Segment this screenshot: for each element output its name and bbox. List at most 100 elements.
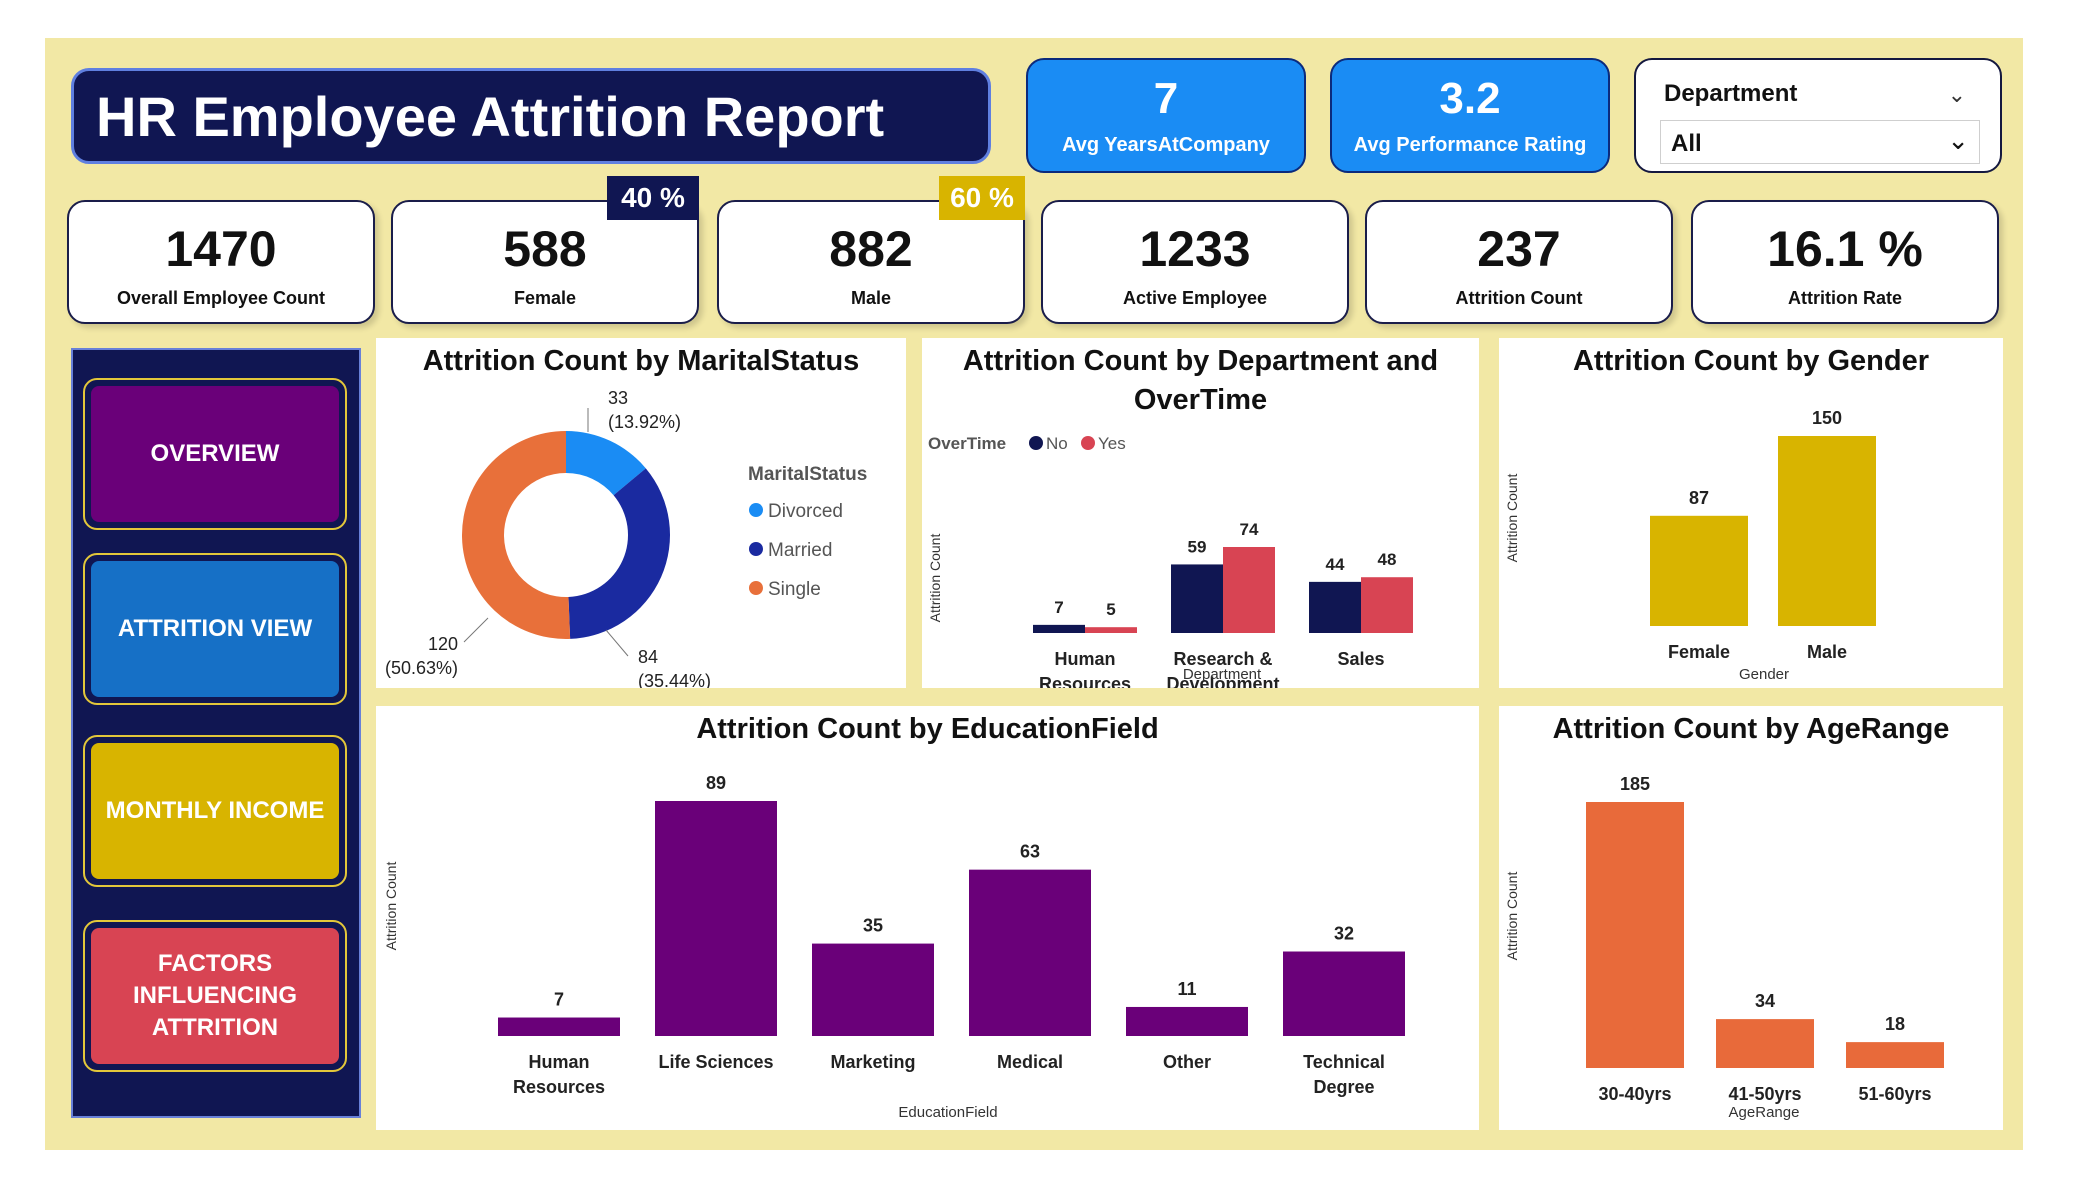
y-axis-label: Attrition Count (1504, 474, 1520, 563)
card-value: 882 (829, 221, 913, 277)
card-active-employee: 1233 Active Employee (1041, 200, 1349, 324)
card-label: Male (850, 288, 892, 308)
card-label: Female (513, 288, 577, 308)
bar (1085, 627, 1137, 633)
bar (498, 1017, 620, 1036)
data-label: 63 (1020, 842, 1040, 862)
bar (1716, 1019, 1814, 1068)
department-dropdown[interactable]: All ⌄ (1660, 120, 1980, 164)
data-label: 120 (428, 634, 458, 654)
x-tick-label: Marketing (830, 1052, 915, 1072)
data-label: 34 (1755, 991, 1775, 1011)
data-label: 59 (1188, 537, 1207, 556)
report-title: HR Employee Attrition Report (71, 68, 991, 164)
x-tick-label: Male (1807, 642, 1847, 662)
bar (1846, 1042, 1944, 1068)
legend-marker (749, 542, 763, 556)
bar (1126, 1006, 1248, 1036)
chevron-down-icon[interactable]: ⌄ (1948, 82, 1966, 108)
card-label: Attrition Count (1455, 288, 1583, 308)
bar (655, 801, 777, 1036)
chevron-down-icon[interactable]: ⌄ (1947, 125, 1969, 156)
data-label: 7 (554, 990, 564, 1010)
data-percent-label: (50.63%) (385, 658, 458, 678)
gender-bar-chart: 87 Female 150 Male Gender Attrition Count (1504, 408, 1876, 683)
data-label: 48 (1378, 550, 1397, 569)
x-axis-label: Gender (1739, 666, 1789, 683)
x-tick-label: Human (1054, 649, 1115, 669)
kpi-value: 7 (1153, 74, 1179, 123)
dashboard-canvas: HR Employee Attrition Report 7 Avg Years… (45, 38, 2023, 1150)
data-label: 35 (863, 916, 883, 936)
x-axis-label: AgeRange (1729, 1104, 1800, 1121)
x-tick-label: 30-40yrs (1598, 1084, 1671, 1104)
x-tick-label: 51-60yrs (1858, 1084, 1931, 1104)
x-tick-label: Resources (1039, 674, 1131, 688)
card-label: Active Employee (1122, 288, 1268, 308)
bar (1223, 547, 1275, 633)
x-axis-label: EducationField (898, 1104, 997, 1121)
legend-label: Divorced (768, 501, 843, 522)
legend-title: OverTime (928, 434, 1006, 453)
kpi-avg-years: 7 Avg YearsAtCompany (1026, 58, 1306, 173)
male-percent-badge: 60 % (939, 176, 1025, 220)
navigation-panel: OVERVIEW ATTRITION VIEW MONTHLY INCOME F… (71, 348, 361, 1118)
data-label: 84 (638, 647, 658, 667)
monthly-income-button[interactable]: MONTHLY INCOME (91, 743, 339, 879)
marital-status-donut-chart: 33 (13.92%) 84 (35.44%) 120 (50.63%) MaritalSt… (385, 388, 867, 691)
legend-label: No (1046, 434, 1068, 453)
nav-item-attrition-view[interactable]: ATTRITION VIEW (83, 553, 347, 705)
data-label: 87 (1689, 488, 1709, 508)
x-tick-label: Female (1668, 642, 1730, 662)
card-attrition-rate: 16.1 % Attrition Rate (1691, 200, 1999, 324)
legend-label: Yes (1098, 434, 1126, 453)
data-percent-label: (13.92%) (608, 412, 681, 432)
card-label: Overall Employee Count (116, 288, 326, 308)
bar (1033, 624, 1085, 633)
card-value: 1233 (1139, 221, 1251, 277)
x-tick-label: 41-50yrs (1728, 1084, 1801, 1104)
education-field-bar-chart: 7 Human Resources 89 Life Sciences 35 Marketin… (383, 773, 1405, 1121)
factors-influencing-attrition-button[interactable]: FACTORS INFLUENCING ATTRITION (91, 928, 339, 1064)
attrition-view-button[interactable]: ATTRITION VIEW (91, 561, 339, 697)
bar (1586, 802, 1684, 1068)
x-tick-label: Other (1163, 1052, 1211, 1072)
card-label: Attrition Rate (1788, 288, 1902, 308)
legend-marker (749, 581, 763, 595)
overview-button[interactable]: OVERVIEW (91, 386, 339, 522)
x-tick-label: Technical (1303, 1052, 1385, 1072)
legend-marker (1029, 436, 1043, 450)
data-label: 5 (1106, 600, 1115, 619)
card-attrition-count: 237 Attrition Count (1365, 200, 1673, 324)
education-field-chart-panel: Attrition Count by EducationField 7 Human… (376, 706, 1479, 1130)
chart-title: Attrition Count by MaritalStatus (422, 345, 860, 377)
bar (1650, 515, 1748, 626)
chart-title: Attrition Count by AgeRange (1552, 713, 1950, 745)
leader-line (463, 617, 489, 643)
card-value: 1470 (165, 221, 277, 277)
nav-item-factors[interactable]: FACTORS INFLUENCING ATTRITION (83, 920, 347, 1072)
nav-item-overview[interactable]: OVERVIEW (83, 378, 347, 530)
legend-marker (749, 503, 763, 517)
card-value: 16.1 % (1767, 221, 1923, 277)
x-tick-label: Medical (997, 1052, 1063, 1072)
chart-title: Attrition Count by Gender (1572, 345, 1930, 377)
department-slicer[interactable]: Department ⌄ All ⌄ (1634, 58, 2002, 173)
nav-item-monthly-income[interactable]: MONTHLY INCOME (83, 735, 347, 887)
data-label: 185 (1620, 774, 1650, 794)
dropdown-value: All (1671, 130, 1702, 157)
x-tick-label: Human (528, 1052, 589, 1072)
data-label: 89 (706, 773, 726, 793)
data-percent-label: (35.44%) (638, 671, 711, 688)
legend-title: MaritalStatus (748, 464, 867, 485)
data-label: 11 (1177, 979, 1196, 999)
leader-line (605, 629, 629, 657)
bar (1283, 951, 1405, 1036)
x-axis-label: Department (1183, 666, 1262, 683)
data-label: 150 (1812, 408, 1842, 428)
slicer-header: Department (1664, 80, 1798, 107)
marital-status-chart-panel: Attrition Count by MaritalStatus 33 (13.9… (376, 338, 906, 691)
card-overall-employee: 1470 Overall Employee Count (67, 200, 375, 324)
kpi-avg-performance: 3.2 Avg Performance Rating (1330, 58, 1610, 173)
female-percent-badge: 40 % (607, 176, 699, 220)
